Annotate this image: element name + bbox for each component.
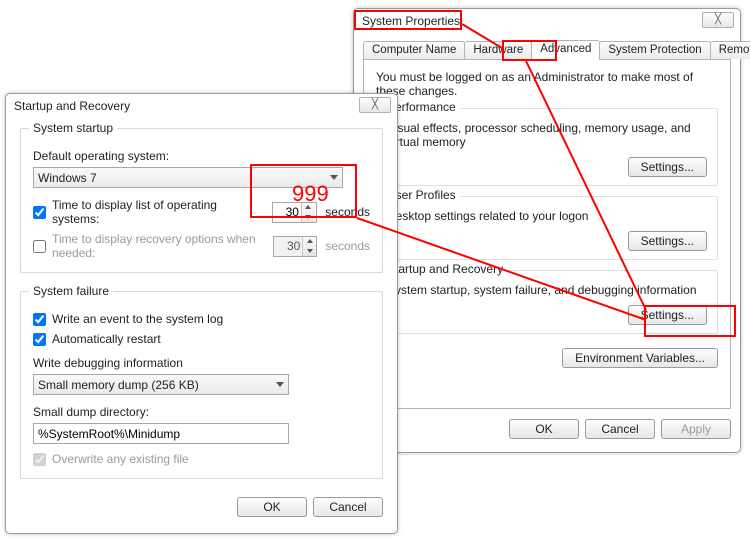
write-event-checkbox-input[interactable] xyxy=(33,313,46,326)
apply-button[interactable]: Apply xyxy=(661,419,731,439)
dump-dir-input[interactable] xyxy=(33,423,289,444)
spinner-down-icon xyxy=(303,246,316,256)
system-startup-group: System startup Default operating system:… xyxy=(20,128,383,273)
admin-note: You must be logged on as an Administrato… xyxy=(376,70,718,98)
system-properties-dialog: System Properties ╳ Computer Name Hardwa… xyxy=(353,8,741,453)
spinner-up-icon xyxy=(303,237,316,247)
time-list-spinner[interactable] xyxy=(272,202,317,223)
cancel-button[interactable]: Cancel xyxy=(585,419,655,439)
performance-section: Performance Visual effects, processor sc… xyxy=(376,108,718,186)
write-event-checkbox[interactable]: Write an event to the system log xyxy=(33,312,370,326)
system-failure-legend: System failure xyxy=(29,284,113,298)
dialog-buttons: OK Cancel Apply xyxy=(363,419,731,439)
close-icon[interactable]: ╳ xyxy=(359,97,391,113)
time-list-label: Time to display list of operating system… xyxy=(52,198,264,226)
auto-restart-checkbox[interactable]: Automatically restart xyxy=(33,332,370,346)
chevron-down-icon xyxy=(276,382,284,387)
performance-settings-button[interactable]: Settings... xyxy=(628,157,707,177)
tabs: Computer Name Hardware Advanced System P… xyxy=(363,37,731,59)
dump-dir-label: Small dump directory: xyxy=(33,405,370,419)
tab-remote[interactable]: Remote xyxy=(710,41,750,59)
tab-system-protection[interactable]: System Protection xyxy=(599,41,710,59)
default-os-combo[interactable]: Windows 7 xyxy=(33,167,343,188)
close-icon[interactable]: ╳ xyxy=(702,12,734,28)
write-event-label: Write an event to the system log xyxy=(52,312,223,326)
performance-desc: Visual effects, processor scheduling, me… xyxy=(387,121,707,149)
debug-value: Small memory dump (256 KB) xyxy=(38,378,199,392)
startup-recovery-title: Startup and Recovery xyxy=(383,262,507,276)
user-profiles-section: User Profiles Desktop settings related t… xyxy=(376,196,718,260)
time-list-checkbox-input[interactable] xyxy=(33,206,46,219)
debug-combo[interactable]: Small memory dump (256 KB) xyxy=(33,374,289,395)
ok-button[interactable]: OK xyxy=(237,497,307,517)
cancel-button[interactable]: Cancel xyxy=(313,497,383,517)
system-startup-legend: System startup xyxy=(29,121,117,135)
tab-hardware[interactable]: Hardware xyxy=(464,41,532,59)
time-recovery-checkbox[interactable]: Time to display recovery options when ne… xyxy=(33,232,265,260)
environment-variables-button[interactable]: Environment Variables... xyxy=(562,348,718,368)
auto-restart-label: Automatically restart xyxy=(52,332,161,346)
spinner-up-icon[interactable] xyxy=(302,203,315,213)
user-profiles-desc: Desktop settings related to your logon xyxy=(387,209,707,223)
seconds-label: seconds xyxy=(325,205,370,219)
chevron-down-icon xyxy=(330,175,338,180)
tab-advanced[interactable]: Advanced xyxy=(531,40,600,60)
startup-recovery-dialog: Startup and Recovery ╳ System startup De… xyxy=(5,93,398,534)
time-list-value[interactable] xyxy=(277,204,301,220)
debug-label: Write debugging information xyxy=(33,356,370,370)
overwrite-label: Overwrite any existing file xyxy=(52,452,189,466)
default-os-value: Windows 7 xyxy=(38,171,97,185)
system-properties-title: System Properties xyxy=(362,14,460,28)
user-profiles-settings-button[interactable]: Settings... xyxy=(628,231,707,251)
overwrite-checkbox-input xyxy=(33,453,46,466)
startup-recovery-settings-button[interactable]: Settings... xyxy=(628,305,707,325)
overwrite-checkbox: Overwrite any existing file xyxy=(33,452,370,466)
time-recovery-checkbox-input[interactable] xyxy=(33,240,46,253)
auto-restart-checkbox-input[interactable] xyxy=(33,333,46,346)
startup-recovery-dialog-title: Startup and Recovery xyxy=(14,99,130,113)
startup-recovery-section: Startup and Recovery System startup, sys… xyxy=(376,270,718,334)
time-recovery-spinner xyxy=(273,236,317,257)
startup-recovery-desc: System startup, system failure, and debu… xyxy=(387,283,707,297)
time-recovery-label: Time to display recovery options when ne… xyxy=(52,232,265,260)
tab-computer-name[interactable]: Computer Name xyxy=(363,41,465,59)
default-os-label: Default operating system: xyxy=(33,149,370,163)
ok-button[interactable]: OK xyxy=(509,419,579,439)
seconds-label: seconds xyxy=(325,239,370,253)
time-recovery-value xyxy=(278,238,302,254)
tab-page-advanced: You must be logged on as an Administrato… xyxy=(363,59,731,409)
system-failure-group: System failure Write an event to the sys… xyxy=(20,291,383,479)
time-list-checkbox[interactable]: Time to display list of operating system… xyxy=(33,198,264,226)
spinner-down-icon[interactable] xyxy=(302,212,315,222)
